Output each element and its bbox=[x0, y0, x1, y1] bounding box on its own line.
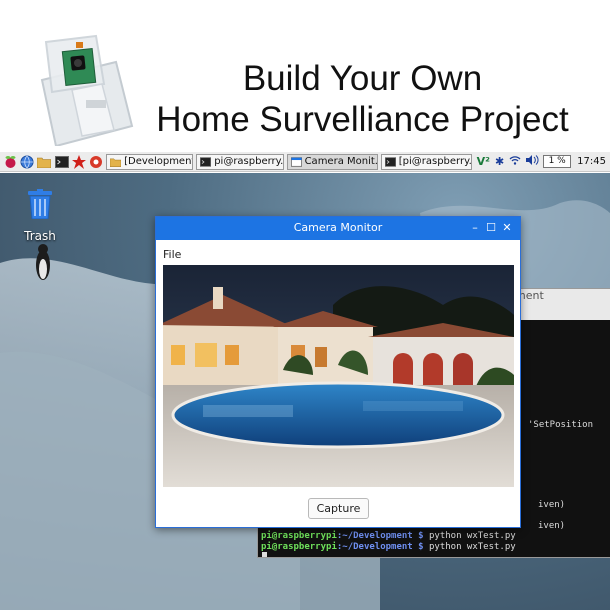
wolfram-icon[interactable] bbox=[89, 154, 103, 170]
clock[interactable]: 17:45 bbox=[577, 156, 606, 167]
task-camera-monitor[interactable]: Camera Monit... bbox=[286, 153, 378, 170]
capture-button[interactable]: Capture bbox=[308, 498, 369, 519]
terminal-line: iven) bbox=[538, 521, 566, 531]
promo-banner: Build Your Own Home Survelliance Project bbox=[0, 0, 610, 152]
taskbar: [Development] pi@raspberry... Camera Mon… bbox=[0, 152, 610, 172]
raspberry-menu-icon[interactable] bbox=[3, 154, 17, 170]
trash-icon bbox=[28, 189, 52, 220]
terminal-icon bbox=[200, 156, 212, 167]
camera-case-image bbox=[40, 34, 134, 146]
task-label: [Development] bbox=[124, 156, 194, 167]
terminal-cursor bbox=[262, 552, 267, 557]
terminal-line: iven) bbox=[538, 500, 566, 510]
headline-line-1: Build Your Own bbox=[242, 59, 483, 98]
globe-icon[interactable] bbox=[20, 154, 34, 170]
cpu-monitor: 1 % bbox=[543, 155, 572, 168]
system-tray: V² ✱ 1 % 17:45 bbox=[472, 152, 610, 172]
minimize-button[interactable]: – bbox=[469, 222, 481, 234]
task-label: pi@raspberry... bbox=[214, 156, 284, 167]
task-label: Camera Monit... bbox=[304, 156, 378, 167]
camera-feed-image bbox=[163, 265, 514, 487]
desktop: Trash ment 'SetPosition iven) iven) pi@r… bbox=[0, 173, 610, 610]
terminal-prompt-line: pi@raspberrypi:~/Development $ python wx… bbox=[261, 531, 516, 541]
terminal-icon bbox=[384, 156, 396, 167]
task-terminal-1[interactable]: pi@raspberry... bbox=[196, 153, 284, 170]
window-icon bbox=[290, 156, 302, 167]
headline-line-2: Home Survelliance Project bbox=[156, 100, 569, 139]
folder-icon bbox=[110, 158, 122, 167]
wifi-icon[interactable] bbox=[509, 155, 521, 168]
window-title: Camera Monitor bbox=[293, 221, 383, 234]
camera-monitor-window[interactable]: Camera Monitor – ☐ ✕ File Capture bbox=[155, 216, 521, 528]
folder-icon[interactable] bbox=[37, 154, 52, 170]
volume-icon[interactable] bbox=[526, 155, 539, 168]
task-terminal-2[interactable]: [pi@raspberry... bbox=[380, 153, 472, 170]
trash-desktop-icon[interactable]: Trash bbox=[18, 189, 62, 243]
close-button[interactable]: ✕ bbox=[501, 222, 513, 234]
headline: Build Your Own Home Survelliance Project bbox=[140, 58, 585, 140]
terminal-line: 'SetPosition bbox=[528, 420, 594, 430]
trash-label: Trash bbox=[24, 229, 56, 243]
bluetooth-icon[interactable]: ✱ bbox=[495, 155, 504, 168]
mathematica-icon[interactable] bbox=[71, 154, 86, 170]
vnc-icon[interactable]: V² bbox=[477, 155, 490, 168]
terminal-icon[interactable] bbox=[54, 154, 69, 170]
task-label: [pi@raspberry... bbox=[398, 156, 472, 167]
villa-pool-photo bbox=[163, 265, 514, 487]
task-development[interactable]: [Development] bbox=[106, 153, 194, 170]
maximize-button[interactable]: ☐ bbox=[485, 222, 497, 234]
menu-file[interactable]: File bbox=[163, 248, 181, 261]
terminal-prompt-line: pi@raspberrypi:~/Development $ python wx… bbox=[261, 542, 516, 552]
camera-window-titlebar[interactable]: Camera Monitor – ☐ ✕ bbox=[156, 217, 520, 240]
